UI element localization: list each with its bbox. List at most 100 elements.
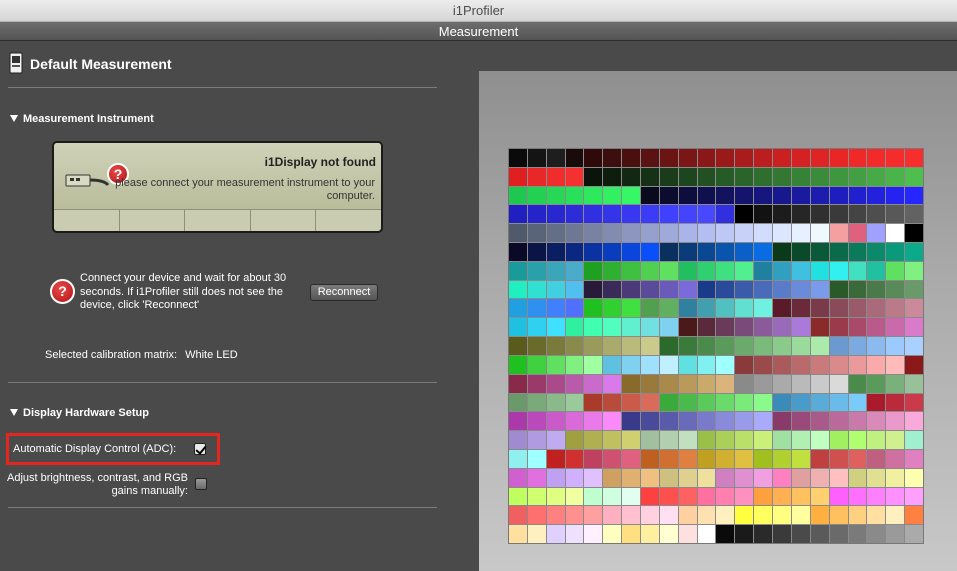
color-patch: [622, 205, 641, 224]
color-patch: [584, 506, 603, 525]
color-patch: [565, 525, 584, 543]
manual-adjust-label: Adjust brightness, contrast, and RGB gai…: [7, 472, 188, 497]
color-patch: [527, 525, 546, 543]
color-patch: [697, 468, 716, 487]
color-patch: [810, 186, 829, 205]
color-patch: [716, 186, 735, 205]
color-patch: [659, 149, 678, 167]
color-patch: [603, 355, 622, 374]
color-patch: [527, 299, 546, 318]
color-patch: [697, 299, 716, 318]
color-patch: [829, 449, 848, 468]
color-patch: [829, 506, 848, 525]
color-patch: [829, 243, 848, 261]
color-patch: [754, 261, 773, 280]
disclosure-triangle-icon[interactable]: [10, 409, 18, 416]
color-patch: [848, 468, 867, 487]
color-patch: [829, 355, 848, 374]
color-patch: [659, 374, 678, 393]
color-patch: [716, 468, 735, 487]
color-patch: [886, 449, 905, 468]
color-patch: [754, 487, 773, 506]
adc-checkbox[interactable]: [194, 443, 206, 455]
reconnect-button[interactable]: Reconnect: [310, 284, 378, 301]
color-patch: [641, 468, 659, 487]
color-patch: [735, 205, 754, 224]
section-display-hardware-setup[interactable]: Display Hardware Setup: [10, 407, 149, 419]
color-patch: [565, 299, 584, 318]
color-patch: [697, 149, 716, 167]
color-patch: [716, 337, 735, 355]
color-patch: [848, 374, 867, 393]
color-patch: [735, 468, 754, 487]
color-patch: [603, 393, 622, 412]
color-patch: [773, 280, 791, 299]
color-patch: [584, 299, 603, 318]
color-patch: [810, 167, 829, 186]
color-patch: [641, 506, 659, 525]
color-patch: [603, 506, 622, 525]
color-patch: [509, 261, 527, 280]
color-patch: [867, 487, 886, 506]
question-warning-icon: ?: [50, 279, 75, 304]
color-patch: [905, 525, 923, 543]
color-patch: [622, 261, 641, 280]
color-patch: [848, 280, 867, 299]
tab-measurement[interactable]: Measurement: [0, 22, 957, 41]
color-patch: [810, 337, 829, 355]
color-patch: [810, 506, 829, 525]
color-patch: [584, 243, 603, 261]
color-patch: [716, 431, 735, 449]
color-patch: [773, 487, 791, 506]
color-patch: [716, 243, 735, 261]
color-patch: [546, 261, 565, 280]
color-patch: [716, 149, 735, 167]
color-patch: [716, 280, 735, 299]
color-patch: [848, 506, 867, 525]
color-patch: [678, 506, 697, 525]
color-patch: [754, 449, 773, 468]
color-patch: [848, 355, 867, 374]
color-patch: [527, 449, 546, 468]
color-patch: [584, 205, 603, 224]
color-patch: [697, 224, 716, 243]
color-patch: [773, 374, 791, 393]
color-patch: [886, 299, 905, 318]
color-patch: [905, 487, 923, 506]
color-patch: [810, 205, 829, 224]
color-patch: [565, 337, 584, 355]
color-patch: [905, 167, 923, 186]
manual-adjust-checkbox[interactable]: [195, 478, 207, 490]
color-patch: [905, 506, 923, 525]
color-patch: [791, 468, 810, 487]
disclosure-triangle-icon[interactable]: [10, 115, 18, 122]
color-patch: [641, 318, 659, 337]
color-patch: [565, 205, 584, 224]
color-patch: [716, 261, 735, 280]
color-patch: [754, 280, 773, 299]
device-status-panel: ? i1Display not found please connect you…: [52, 141, 383, 233]
color-patch: [905, 468, 923, 487]
color-patch: [735, 337, 754, 355]
color-patch: [848, 186, 867, 205]
color-patch: [791, 149, 810, 167]
color-patch: [622, 186, 641, 205]
color-patch: [791, 318, 810, 337]
color-patch: [584, 280, 603, 299]
color-patch: [659, 506, 678, 525]
color-patch: [546, 412, 565, 431]
color-patch: [905, 431, 923, 449]
section-measurement-instrument[interactable]: Measurement Instrument: [10, 113, 154, 125]
color-patch: [716, 487, 735, 506]
divider: [8, 507, 437, 508]
color-patch: [735, 149, 754, 167]
color-patch: [886, 374, 905, 393]
color-patch: [584, 186, 603, 205]
color-patch: [565, 487, 584, 506]
color-patch: [905, 393, 923, 412]
color-patch: [791, 355, 810, 374]
color-patch: [603, 525, 622, 543]
color-patch: [565, 318, 584, 337]
color-patch: [527, 412, 546, 431]
color-patch: [641, 299, 659, 318]
